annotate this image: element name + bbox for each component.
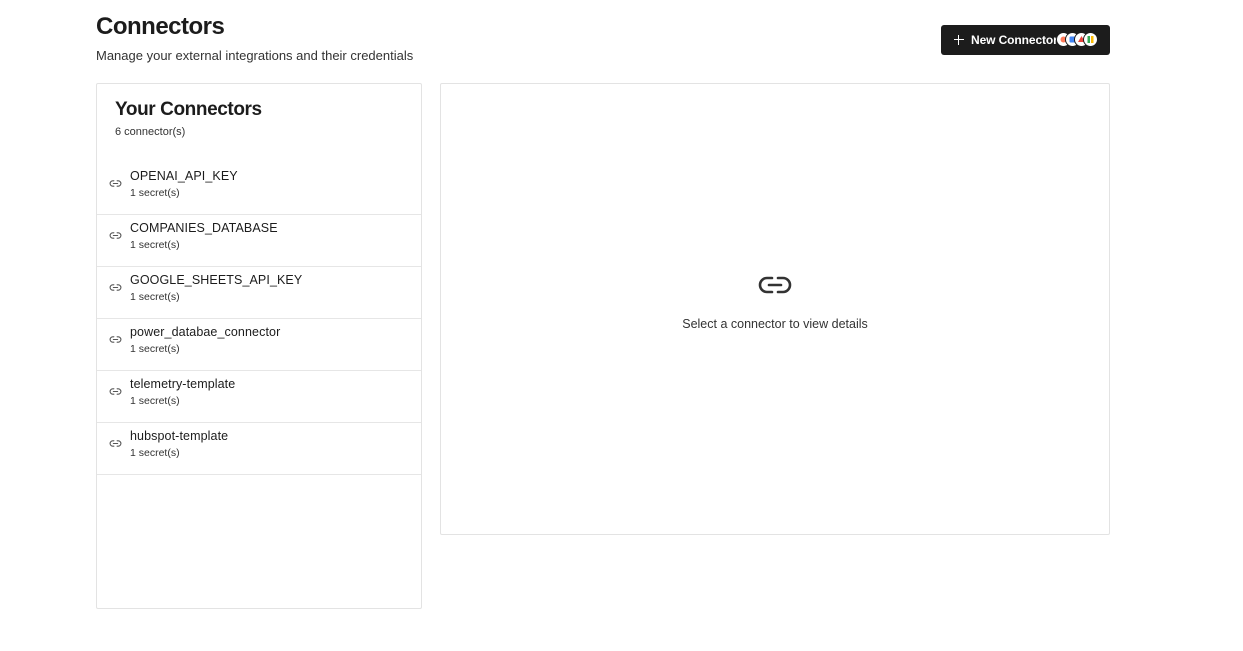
connector-name: hubspot-template — [130, 429, 229, 443]
connector-name: OPENAI_API_KEY — [130, 169, 238, 183]
link-icon — [758, 276, 792, 294]
connector-name: telemetry-template — [130, 377, 236, 391]
link-icon — [109, 440, 122, 447]
new-connector-button[interactable]: New Connector — [941, 25, 1110, 55]
link-icon — [109, 232, 122, 239]
connectors-list-panel: Your Connectors 6 connector(s) OPENAI_AP… — [96, 83, 422, 609]
connectors-page: Connectors Manage your external integrat… — [0, 0, 1243, 651]
connector-item-companies-database[interactable]: COMPANIES_DATABASE 1 secret(s) — [97, 215, 421, 267]
link-icon — [109, 180, 122, 187]
new-connector-label: New Connector — [971, 33, 1058, 47]
connector-secrets: 1 secret(s) — [130, 187, 180, 199]
integration-logo-4-icon — [1083, 32, 1098, 47]
connector-list: OPENAI_API_KEY 1 secret(s) COMPANIES_DAT… — [97, 163, 421, 475]
connector-details-panel: Select a connector to view details — [440, 83, 1110, 535]
link-icon — [109, 284, 122, 291]
connector-secrets: 1 secret(s) — [130, 343, 180, 355]
empty-state-message: Select a connector to view details — [682, 317, 868, 331]
connector-item-telemetry-template[interactable]: telemetry-template 1 secret(s) — [97, 371, 421, 423]
connector-count: 6 connector(s) — [115, 126, 186, 138]
connector-secrets: 1 secret(s) — [130, 447, 180, 459]
integration-logos — [1056, 32, 1099, 48]
page-header: Connectors Manage your external integrat… — [96, 12, 1110, 68]
connector-secrets: 1 secret(s) — [130, 395, 180, 407]
connector-name: COMPANIES_DATABASE — [130, 221, 278, 235]
connector-item-power-databae-connector[interactable]: power_databae_connector 1 secret(s) — [97, 319, 421, 371]
connector-item-hubspot-template[interactable]: hubspot-template 1 secret(s) — [97, 423, 421, 475]
connector-item-google-sheets-api-key[interactable]: GOOGLE_SHEETS_API_KEY 1 secret(s) — [97, 267, 421, 319]
panel-title: Your Connectors — [115, 99, 262, 120]
plus-icon — [954, 35, 964, 45]
connector-name: power_databae_connector — [130, 325, 281, 339]
connector-secrets: 1 secret(s) — [130, 239, 180, 251]
connector-name: GOOGLE_SHEETS_API_KEY — [130, 273, 303, 287]
connector-item-openai-api-key[interactable]: OPENAI_API_KEY 1 secret(s) — [97, 163, 421, 215]
page-title: Connectors — [96, 13, 225, 40]
link-icon — [109, 336, 122, 343]
link-icon — [109, 388, 122, 395]
page-subtitle: Manage your external integrations and th… — [96, 48, 414, 63]
connector-secrets: 1 secret(s) — [130, 291, 180, 303]
